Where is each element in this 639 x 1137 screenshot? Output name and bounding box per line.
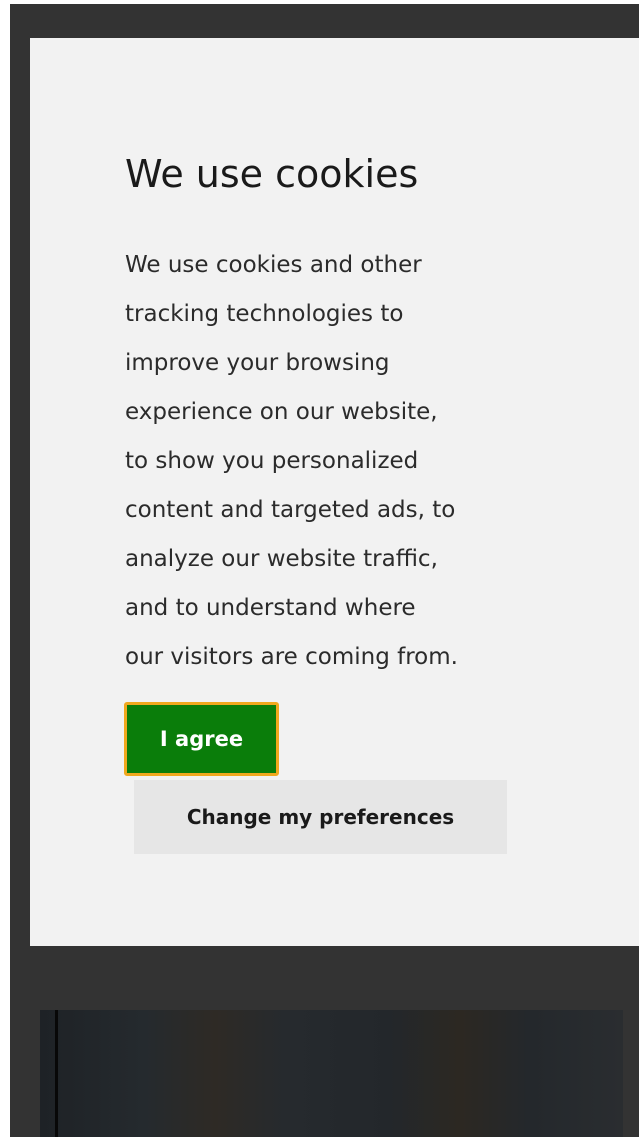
- background-image: [40, 1010, 623, 1137]
- dialog-title: We use cookies: [125, 152, 419, 196]
- page-backdrop: We use cookies We use cookies and other …: [10, 4, 639, 1137]
- change-preferences-button[interactable]: Change my preferences: [134, 780, 507, 854]
- dialog-description: We use cookies and other tracking techno…: [125, 252, 458, 670]
- agree-button[interactable]: I agree: [124, 702, 279, 776]
- cookie-consent-dialog: We use cookies We use cookies and other …: [30, 38, 639, 946]
- background-image-edge: [55, 1010, 58, 1137]
